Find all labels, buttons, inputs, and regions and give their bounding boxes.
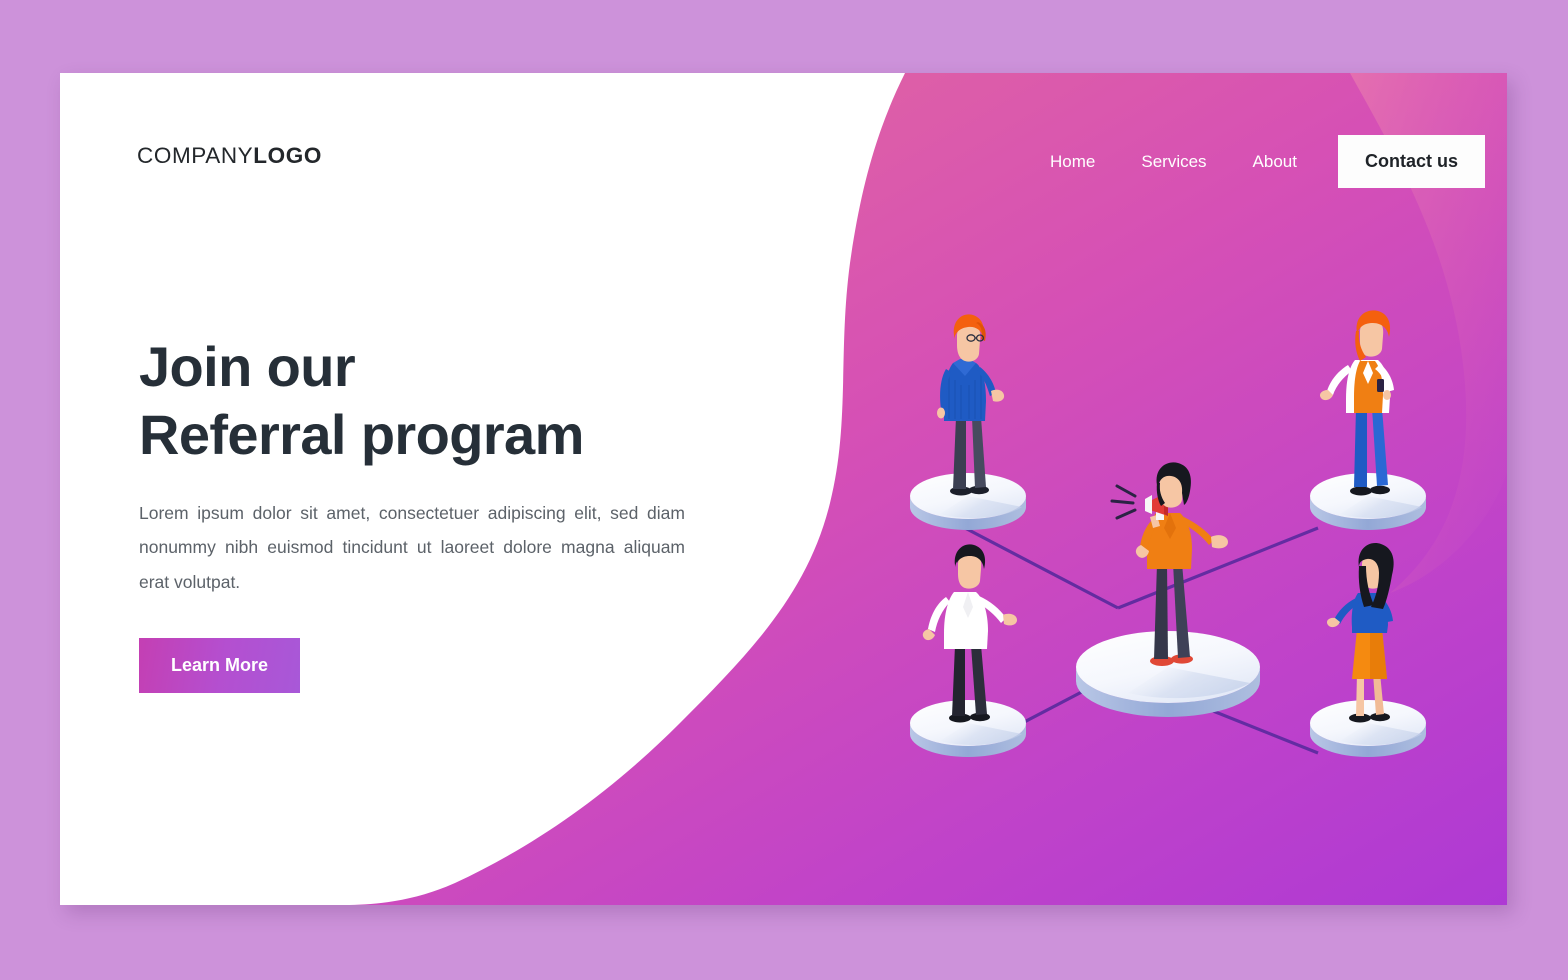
page-title-line-1: Join our — [139, 335, 356, 398]
nav-item-about[interactable]: About — [1230, 152, 1320, 172]
nav-item-home[interactable]: Home — [1027, 152, 1118, 172]
page-title: Join our Referral program — [139, 333, 699, 470]
page-title-line-2: Referral program — [139, 403, 584, 467]
page-root: COMPANYLOGO Home Services About Contact … — [0, 0, 1568, 980]
company-logo[interactable]: COMPANYLOGO — [137, 143, 322, 169]
logo-text-light: COMPANY — [137, 143, 254, 168]
nav-item-services[interactable]: Services — [1118, 152, 1229, 172]
landing-page-card: COMPANYLOGO Home Services About Contact … — [60, 73, 1507, 905]
main-navigation: Home Services About Contact us — [1027, 135, 1485, 188]
learn-more-button[interactable]: Learn More — [139, 637, 301, 693]
logo-text-bold: LOGO — [253, 143, 322, 168]
hero-paragraph: Lorem ipsum dolor sit amet, consectetuer… — [139, 502, 685, 592]
contact-us-button[interactable]: Contact us — [1337, 135, 1485, 188]
hero-section: Join our Referral program Lorem ipsum do… — [139, 333, 699, 693]
